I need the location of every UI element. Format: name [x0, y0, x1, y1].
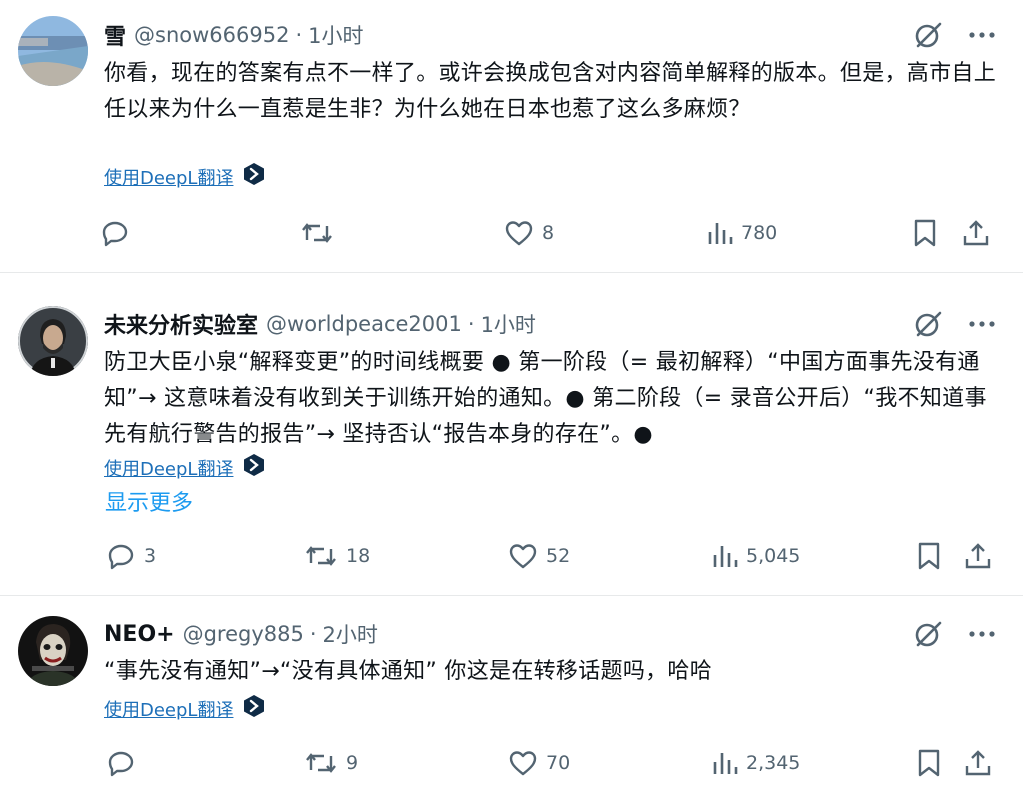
retweet-button[interactable]: 18 [304, 539, 370, 573]
retweet-count: 9 [346, 752, 359, 774]
show-more-link[interactable]: 显示更多 [105, 485, 193, 517]
tweet-3[interactable]: NEO+ @gregy885 · 2小时 “事先没有通知”→“没有具体通知” 你… [0, 596, 1023, 793]
reply-button[interactable] [100, 216, 138, 250]
action-bar: 3 18 52 5,045 [100, 539, 1000, 573]
action-bar: 9 70 2,345 [100, 746, 1000, 780]
views-button[interactable]: 2,345 [712, 746, 800, 780]
like-icon [508, 748, 538, 778]
deepl-icon [243, 694, 265, 723]
like-button[interactable]: 8 [504, 216, 554, 250]
like-count: 70 [546, 752, 571, 774]
display-name[interactable]: 未来分析实验室 [104, 308, 258, 340]
views-icon [707, 218, 733, 248]
deepl-icon [243, 453, 265, 482]
reply-button[interactable]: 3 [106, 539, 156, 573]
more-icon[interactable] [969, 320, 995, 328]
views-count: 2,345 [746, 752, 801, 774]
reply-button[interactable] [106, 746, 144, 780]
views-count: 780 [741, 222, 778, 244]
user-handle[interactable]: @worldpeace2001 [266, 312, 462, 336]
user-handle[interactable]: @gregy885 [183, 622, 304, 646]
display-name[interactable]: NEO+ [104, 622, 175, 647]
tweet-header: NEO+ @gregy885 · 2小时 [104, 617, 378, 651]
tweet-top-icons [913, 20, 995, 50]
retweet-button[interactable]: 9 [304, 746, 358, 780]
separator-dot: · [295, 23, 303, 47]
more-icon[interactable] [969, 31, 995, 39]
avatar[interactable] [18, 306, 88, 376]
share-icon [964, 748, 992, 778]
tweet-top-icons [913, 619, 995, 649]
reply-count: 3 [144, 545, 157, 567]
tweet-text: 防卫大臣小泉“解释变更”的时间线概要 ● 第一阶段（= 最初解释）“中国方面事先… [104, 350, 987, 447]
separator-dot: · [309, 622, 317, 646]
like-icon [504, 218, 534, 248]
views-button[interactable]: 5,045 [712, 539, 800, 573]
user-handle[interactable]: @snow666952 [134, 23, 289, 47]
translate-link[interactable]: 使用DeepL翻译 [104, 694, 265, 723]
retweet-icon [304, 541, 338, 571]
views-button[interactable]: 780 [707, 216, 777, 250]
timestamp[interactable]: 1小时 [481, 309, 536, 339]
timestamp[interactable]: 1小时 [308, 20, 363, 50]
avatar[interactable] [18, 16, 88, 86]
more-icon[interactable] [969, 630, 995, 638]
bookmark-icon [912, 218, 938, 248]
grok-icon[interactable] [913, 309, 943, 339]
bookmark-button[interactable] [916, 539, 942, 573]
reply-icon [100, 218, 130, 248]
translate-label[interactable]: 使用DeepL翻译 [104, 164, 233, 190]
tweet-top-icons [913, 309, 995, 339]
translate-link[interactable]: 使用DeepL翻译 [104, 162, 265, 191]
translate-link[interactable]: 使用DeepL翻译 [104, 453, 265, 482]
tweet-2[interactable]: 未来分析实验室 @worldpeace2001 · 1小时 防卫大臣小泉“解释变… [0, 273, 1023, 595]
like-count: 8 [542, 222, 555, 244]
display-name[interactable]: 雪 [104, 19, 126, 51]
timestamp[interactable]: 2小时 [323, 619, 378, 649]
grok-icon[interactable] [913, 619, 943, 649]
separator-dot: · [467, 312, 475, 336]
reply-icon [106, 541, 136, 571]
tweet-header: 雪 @snow666952 · 1小时 [104, 18, 364, 52]
action-bar: 8 780 [100, 216, 1000, 250]
views-icon [712, 541, 738, 571]
avatar[interactable] [18, 616, 88, 686]
views-icon [712, 748, 738, 778]
reply-icon [106, 748, 136, 778]
tweet-text: “事先没有通知”→“没有具体通知” 你这是在转移话题吗，哈哈 [104, 659, 713, 684]
share-button[interactable] [962, 216, 990, 250]
like-icon [508, 541, 538, 571]
tweet-text: 你看，现在的答案有点不一样了。或许会换成包含对内容简单解释的版本。但是，高市自上… [104, 61, 997, 122]
share-button[interactable] [964, 539, 992, 573]
share-icon [964, 541, 992, 571]
bookmark-icon [916, 748, 942, 778]
translate-label[interactable]: 使用DeepL翻译 [104, 696, 233, 722]
like-count: 52 [546, 545, 571, 567]
share-button[interactable] [964, 746, 992, 780]
share-icon [962, 218, 990, 248]
retweet-count: 18 [346, 545, 371, 567]
bookmark-button[interactable] [916, 746, 942, 780]
retweet-button[interactable] [300, 216, 342, 250]
tweet-1[interactable]: 雪 @snow666952 · 1小时 你看，现在的答案有点不一样了。或许会换成… [0, 0, 1023, 272]
bookmark-icon [916, 541, 942, 571]
tweet-header: 未来分析实验室 @worldpeace2001 · 1小时 [104, 307, 536, 341]
translate-label[interactable]: 使用DeepL翻译 [104, 455, 233, 481]
retweet-icon [300, 218, 334, 248]
like-button[interactable]: 52 [508, 539, 570, 573]
deepl-icon [243, 162, 265, 191]
grok-icon[interactable] [913, 20, 943, 50]
bookmark-button[interactable] [912, 216, 938, 250]
retweet-icon [304, 748, 338, 778]
like-button[interactable]: 70 [508, 746, 570, 780]
views-count: 5,045 [746, 545, 801, 567]
